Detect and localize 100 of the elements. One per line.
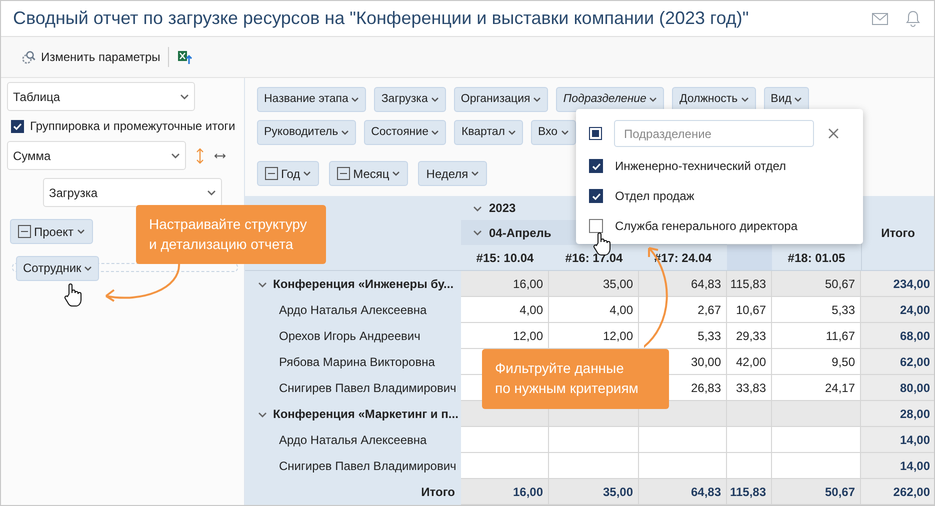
field-chip[interactable]: Загрузка: [374, 87, 446, 112]
column-header: 04-Апрель: [489, 224, 552, 242]
field-chip[interactable]: Руководитель: [257, 120, 356, 145]
field-chip[interactable]: Организация: [454, 87, 548, 112]
chevron-down-icon: [341, 130, 350, 135]
hand-cursor-icon: [64, 283, 82, 307]
column-header: #15: 10.04: [475, 250, 535, 266]
field-chip[interactable]: Год: [257, 161, 320, 186]
table-cell: 12,00: [549, 323, 639, 349]
table-cell: 16,00: [461, 479, 549, 505]
row-header: Снигирев Павел Владимирович: [279, 458, 456, 475]
table-cell: 262,00: [861, 479, 934, 505]
chevron-down-icon: [207, 190, 216, 196]
table-cell: 4,00: [461, 297, 549, 323]
change-parameters-button[interactable]: Изменить параметры: [21, 48, 160, 66]
chevron-down-icon: [351, 97, 360, 102]
table-cell: 24,00: [861, 297, 934, 323]
table-cell: 24,17: [772, 375, 861, 401]
row-header: Ардо Наталья Алексеевна: [279, 302, 427, 319]
table-cell: 62,00: [861, 349, 934, 375]
table-cell: 10,67: [727, 297, 772, 323]
table-cell: 14,00: [861, 427, 934, 453]
view-select[interactable]: Таблица: [7, 82, 195, 111]
table-cell: 42,00: [727, 349, 772, 375]
chevron-down-icon: [303, 171, 312, 176]
table-cell: 5,33: [772, 297, 861, 323]
field-chip[interactable]: Месяц: [329, 161, 408, 186]
field-chip[interactable]: Квартал: [454, 120, 523, 145]
expand-chevron-icon[interactable]: [258, 410, 267, 418]
table-cell: 2,67: [639, 297, 727, 323]
select-all-checkbox[interactable]: [589, 127, 602, 140]
table-cell: 115,83: [727, 479, 772, 505]
field-chip[interactable]: Название этапа: [257, 87, 366, 112]
expand-chevron-icon[interactable]: [473, 204, 482, 212]
header-cell: [727, 245, 772, 270]
field-chip[interactable]: Проект: [10, 219, 93, 244]
column-header: #18: 01.05: [786, 250, 846, 266]
row-header: Орехов Игорь Андреевич: [279, 328, 420, 345]
close-icon[interactable]: [828, 128, 839, 139]
table-cell: 234,00: [861, 271, 934, 297]
chevron-down-icon: [180, 94, 189, 100]
field-chip[interactable]: Состояние: [364, 120, 446, 145]
chevron-down-icon: [84, 266, 92, 270]
mail-icon[interactable]: [872, 12, 888, 24]
hint-callout: Настраивайте структуру и детализацию отчета: [136, 205, 326, 264]
chevron-down-icon: [431, 130, 440, 135]
row-header: Конференция «Инженеры бу...: [273, 276, 454, 293]
page-title: Сводный отчет по загрузке ресурсов на "Конференции и выставки компании (2023 год)": [13, 7, 749, 30]
table-cell: 64,83: [639, 271, 727, 297]
collapse-icon[interactable]: [265, 167, 278, 180]
table-cell: 5,33: [639, 323, 727, 349]
grouping-checkbox[interactable]: [11, 120, 24, 132]
employee-field-chip[interactable]: Сотрудник: [16, 256, 100, 280]
aggregate-select[interactable]: Сумма: [7, 141, 186, 170]
excel-export-icon[interactable]: [177, 49, 194, 65]
row-header: Итого: [421, 484, 455, 501]
chevron-down-icon: [171, 152, 180, 158]
option-checkbox[interactable]: [589, 189, 603, 203]
search-field[interactable]: Подразделение: [614, 120, 814, 147]
collapse-icon[interactable]: [337, 167, 350, 180]
indeterminate-icon: [592, 130, 599, 137]
notification-icon[interactable]: [906, 10, 920, 27]
row-header: Снигирев Павел Владимирович: [279, 380, 456, 397]
option-checkbox[interactable]: [589, 219, 603, 233]
chevron-down-icon: [794, 97, 802, 102]
expand-chevron-icon[interactable]: [473, 228, 482, 237]
row-header: Ардо Наталья Алексеевна: [279, 432, 427, 449]
table-cell: 16,00: [461, 271, 549, 297]
table-cell: 80,00: [861, 375, 934, 401]
chevron-down-icon: [430, 97, 439, 102]
column-header: 2023: [489, 200, 516, 217]
field-chip[interactable]: Вхо: [530, 120, 576, 145]
table-cell: 50,67: [772, 479, 861, 505]
horizontal-resize-icon[interactable]: [214, 152, 226, 160]
table-cell: 12,00: [461, 323, 549, 349]
field-chip[interactable]: Подразделение: [556, 87, 664, 112]
table-cell: 35,00: [549, 271, 639, 297]
value-select[interactable]: Загрузка: [43, 178, 222, 207]
checkmark-icon: [590, 160, 602, 172]
chevron-down-icon: [76, 229, 85, 234]
chevron-down-icon: [533, 97, 542, 102]
hint-callout: Фильтруйте данные по нужным критериям: [482, 349, 669, 409]
chevron-down-icon: [649, 97, 658, 102]
grouping-label: Группировка и промежуточные итоги: [30, 118, 236, 135]
option-checkbox[interactable]: [589, 159, 603, 173]
field-chip[interactable]: Неделя: [418, 161, 488, 186]
table-cell: 28,00: [861, 401, 934, 427]
checkmark-icon: [12, 120, 23, 132]
table-cell: 68,00: [861, 323, 934, 349]
table-cell: 14,00: [861, 453, 934, 479]
table-cell: 50,67: [772, 271, 861, 297]
expand-chevron-icon[interactable]: [258, 280, 267, 288]
table-cell: 11,67: [772, 323, 861, 349]
option-label: Отдел продаж: [615, 188, 694, 205]
row-header: Рябова Марина Викторовна: [279, 354, 435, 371]
table-cell: 64,83: [639, 479, 727, 505]
table-cell: 35,00: [549, 479, 639, 505]
row-header: Конференция «Маркетинг и п...: [273, 406, 458, 423]
option-label: Служба генерального директора: [615, 218, 798, 235]
collapse-icon[interactable]: [18, 225, 31, 238]
